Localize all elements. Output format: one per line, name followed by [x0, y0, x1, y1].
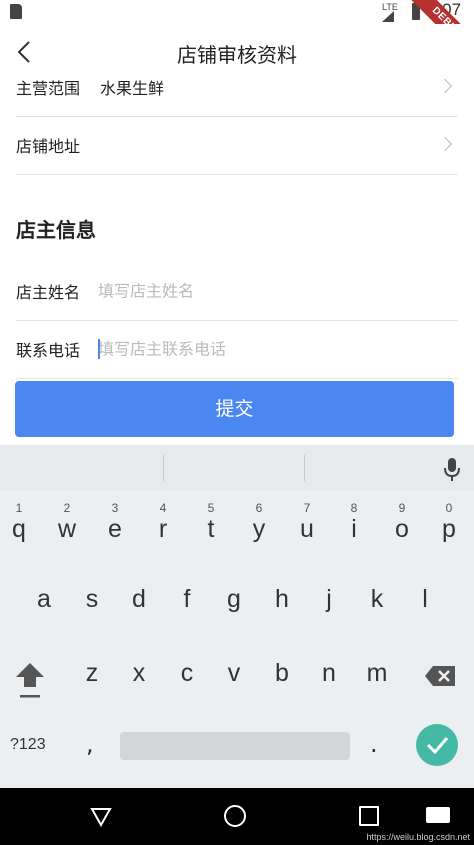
key-char: t [207, 515, 215, 543]
owner-name-row: 店主姓名 [16, 262, 458, 321]
chevron-right-icon [437, 78, 453, 94]
comma-key[interactable]: , [86, 730, 94, 758]
key-g[interactable]: g [212, 585, 256, 614]
key-char: y [252, 515, 266, 543]
backspace-icon[interactable] [424, 665, 456, 687]
key-j[interactable]: j [307, 585, 351, 614]
key-q[interactable]: 1q [0, 501, 41, 544]
nav-home-icon[interactable] [224, 805, 246, 827]
symbols-key[interactable]: ?123 [10, 736, 46, 754]
key-hint: 2 [63, 501, 71, 515]
navigation-bar: https://weilu.blog.csdn.net [0, 788, 474, 845]
key-char: q [12, 515, 26, 543]
key-x[interactable]: x [117, 659, 161, 688]
key-d[interactable]: d [117, 585, 161, 614]
key-t[interactable]: 5t [189, 501, 233, 544]
key-n[interactable]: n [307, 659, 351, 688]
business-scope-value: 水果生鲜 [100, 79, 165, 98]
space-key[interactable] [120, 732, 350, 760]
business-scope-row[interactable]: 主营范围 水果生鲜 [16, 58, 458, 117]
key-char: p [442, 515, 456, 543]
period-key[interactable]: . [370, 730, 378, 758]
enter-key[interactable] [416, 724, 458, 766]
key-hint: 3 [111, 501, 119, 515]
key-r[interactable]: 4r [141, 501, 185, 544]
key-hint: 9 [398, 501, 406, 515]
owner-phone-label: 联系电话 [16, 341, 81, 360]
key-char: u [300, 515, 314, 543]
nav-back-icon[interactable] [90, 807, 112, 827]
soft-keyboard: 1q2w3e4r5t6y7u8i9o0p asdfghjkl zxcvbnm ?… [0, 445, 474, 788]
keyboard-switch-icon[interactable] [426, 807, 450, 823]
sd-card-icon [10, 4, 22, 19]
checkmark-icon [426, 737, 449, 755]
shift-icon[interactable] [14, 661, 46, 701]
key-h[interactable]: h [260, 585, 304, 614]
key-w[interactable]: 2w [45, 501, 89, 544]
key-b[interactable]: b [260, 659, 304, 688]
key-i[interactable]: 8i [332, 501, 376, 544]
key-o[interactable]: 9o [380, 501, 424, 544]
key-hint: 4 [159, 501, 167, 515]
key-l[interactable]: l [403, 585, 447, 614]
key-s[interactable]: s [70, 585, 114, 614]
microphone-icon[interactable] [442, 457, 462, 483]
key-z[interactable]: z [70, 659, 114, 688]
business-scope-label: 主营范围 [16, 79, 81, 98]
signal-icon [382, 11, 394, 22]
key-char: i [351, 515, 357, 543]
submit-button[interactable]: 提交 [15, 381, 454, 437]
key-char: o [395, 515, 409, 543]
nav-recents-icon[interactable] [359, 806, 379, 826]
key-u[interactable]: 7u [285, 501, 329, 544]
key-e[interactable]: 3e [93, 501, 137, 544]
suggestion-divider [304, 455, 305, 481]
key-p[interactable]: 0p [427, 501, 471, 544]
key-y[interactable]: 6y [237, 501, 281, 544]
owner-name-label: 店主姓名 [16, 283, 81, 302]
key-m[interactable]: m [355, 659, 399, 688]
watermark: https://weilu.blog.csdn.net [366, 832, 470, 842]
suggestion-divider [163, 455, 164, 481]
store-address-row[interactable]: 店铺地址 [16, 116, 458, 175]
owner-phone-input[interactable] [98, 339, 438, 359]
key-char: w [57, 515, 77, 543]
status-bar: LTE 8:07 [0, 0, 474, 24]
key-f[interactable]: f [165, 585, 209, 614]
text-cursor [98, 339, 100, 359]
key-c[interactable]: c [165, 659, 209, 688]
chevron-right-icon [437, 136, 453, 152]
section-title-owner-info: 店主信息 [16, 218, 96, 242]
key-char: r [158, 515, 168, 543]
key-hint: 0 [445, 501, 453, 515]
key-hint: 7 [303, 501, 311, 515]
store-address-label: 店铺地址 [16, 137, 81, 156]
key-hint: 6 [255, 501, 263, 515]
key-v[interactable]: v [212, 659, 256, 688]
owner-phone-row: 联系电话 [16, 320, 458, 379]
key-char: e [108, 515, 122, 543]
key-hint: 1 [15, 501, 23, 515]
key-hint: 5 [207, 501, 215, 515]
key-k[interactable]: k [355, 585, 399, 614]
key-hint: 8 [350, 501, 358, 515]
owner-name-input[interactable] [98, 281, 438, 301]
key-a[interactable]: a [22, 585, 66, 614]
suggestion-bar [0, 445, 474, 491]
